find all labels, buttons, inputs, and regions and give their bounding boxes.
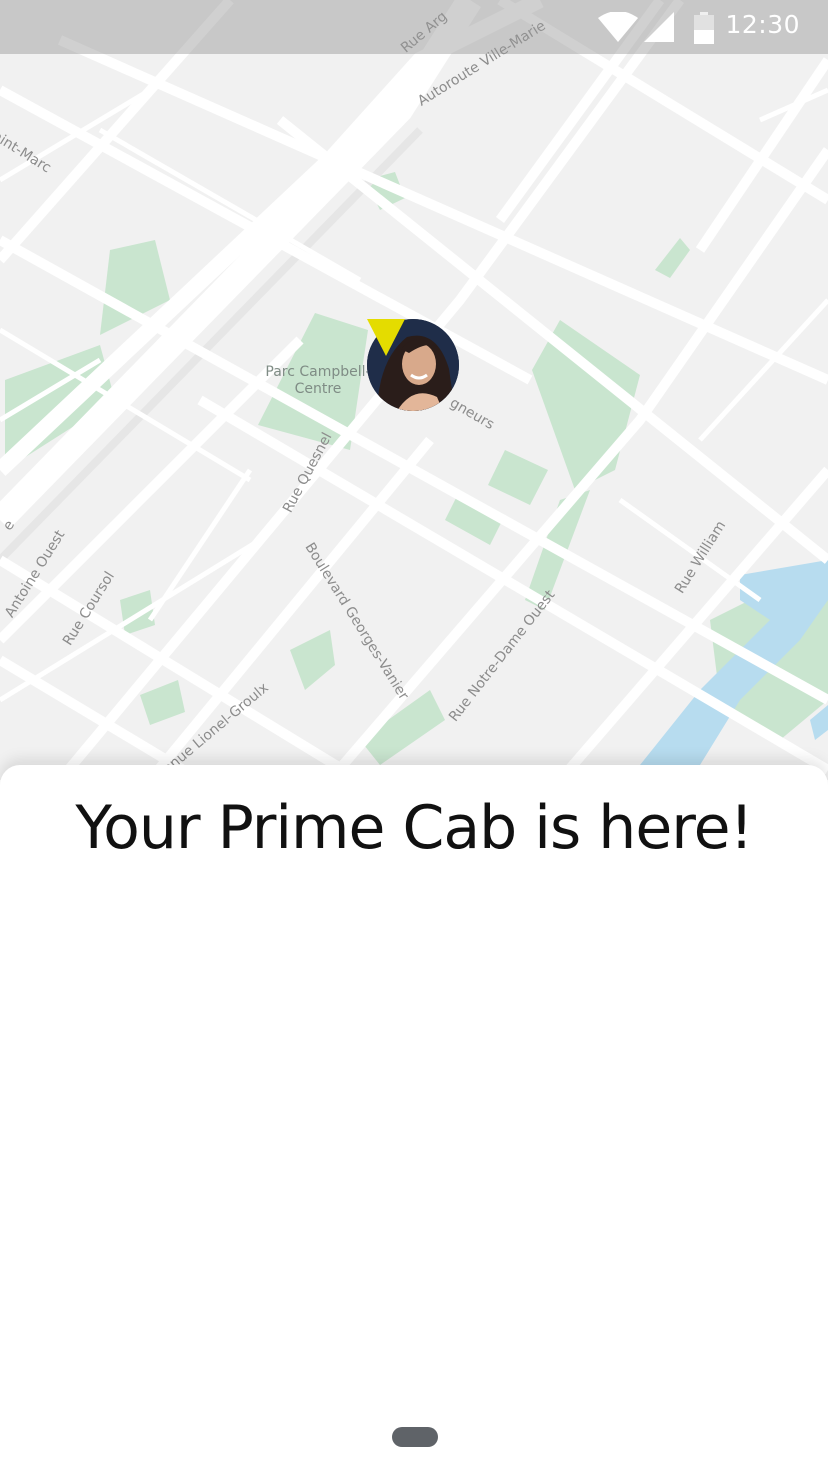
park-label: Parc Campbell-Centre [265, 364, 371, 397]
bottom-sheet[interactable]: Your Prime Cab is here! [0, 765, 828, 1472]
status-bar: 12:30 [0, 0, 828, 54]
home-handle-icon[interactable] [392, 1427, 438, 1447]
cellular-signal-icon [644, 12, 674, 42]
status-time: 12:30 [725, 10, 800, 39]
wifi-icon [598, 12, 638, 42]
map-view[interactable]: Rue Arg Autoroute Ville-Marie aint-Marc … [0, 0, 828, 780]
pin-pointer-icon [367, 319, 405, 356]
sheet-title: Your Prime Cab is here! [75, 793, 753, 863]
battery-icon [694, 12, 714, 44]
driver-location-pin[interactable] [367, 319, 459, 443]
